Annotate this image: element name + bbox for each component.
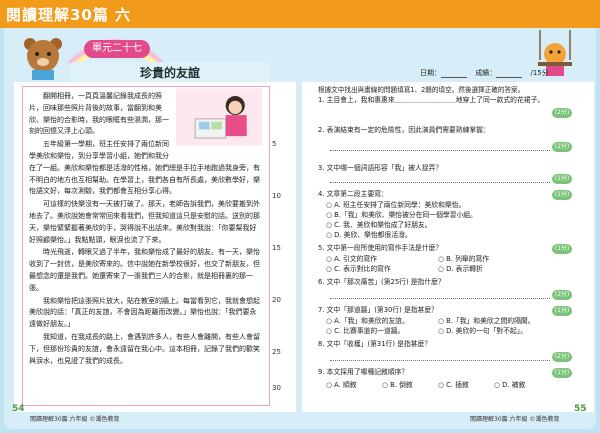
question-5: 5. 文中第一段所使用的寫作手法是什麼？: [318, 244, 443, 252]
score-badge: (1分): [552, 244, 572, 254]
line-number: 15: [272, 244, 281, 252]
option[interactable]: ○ A.「我」和美欣的友誼。: [326, 316, 438, 326]
footer-left: 閱讀理解30篇 六年級 ©潮色教育: [30, 416, 120, 423]
question-9-options: ○ A. 順敘 ○ B. 倒敘 ○ C. 插敘 ○ D. 補敘: [326, 380, 562, 390]
unit-badge: 單元二十七: [84, 40, 150, 58]
meta-row: 日期： 成績： /15分: [420, 68, 549, 78]
option[interactable]: ○ D. 補敘: [494, 380, 550, 390]
question-2: 2. 表演結束有一定的危險性，因此演員們需要熟練掌握：: [318, 126, 490, 134]
bear-icon: [24, 38, 62, 80]
option[interactable]: ○ C. 我、美欣和樂怡成了好朋友。: [326, 220, 562, 230]
option[interactable]: ○ A. 引文的寫作: [326, 254, 438, 264]
option[interactable]: ○ D. 美欣、樂怡都很活潑。: [326, 230, 562, 240]
passage-paragraph: 我知道，在我成長的路上，會遇到許多人，有些人會離開，有些人會留下，但那份珍貴的友…: [29, 332, 260, 365]
option[interactable]: ○ B.「我」和美欣之間的隔閡。: [438, 316, 550, 326]
score-badge: (1分): [552, 306, 572, 316]
option[interactable]: ○ A. 班主任安排了兩位新同學：美欣和樂怡。: [326, 200, 562, 210]
option[interactable]: ○ C. 表示對比的寫作: [326, 264, 438, 274]
question-9: 9. 本文採用了哪種記敘順序？: [318, 368, 409, 376]
answer-line[interactable]: [330, 360, 550, 361]
question-7: 7. 文中「那道牆」(第30行) 是指甚麼？: [318, 306, 438, 314]
option[interactable]: ○ B. 列舉的寫作: [438, 254, 550, 264]
total-label: /15分: [530, 69, 549, 77]
passage-paragraph: 時光飛逝，轉眼又過了半年，我和樂怡成了最好的朋友。有一天，樂怡收到了一封信，是美…: [29, 248, 260, 292]
instructions: 根據文中找出與畫線的問題填寫1、2題的填空。然後選擇正確的答案。: [318, 86, 525, 94]
page-number-right: 55: [574, 404, 587, 414]
score-field[interactable]: [496, 77, 523, 78]
answer-line[interactable]: [330, 150, 550, 151]
line-number: 10: [272, 192, 281, 200]
footer-right: 閱讀理解30篇 六年級 ©潮色教育: [470, 416, 560, 423]
passage-paragraph: 我和樂怡把這張照片放大，貼在教室的牆上。每當看到它，我就會想起美欣說的話：「真正…: [29, 296, 260, 329]
line-number: 5: [272, 140, 277, 148]
option[interactable]: ○ C. 插敘: [438, 380, 494, 390]
question-4-options: ○ A. 班主任安排了兩位新同學：美欣和樂怡。 ○ B.「我」和美欣、樂怡被分在…: [326, 200, 562, 240]
girl-with-photo-album-illustration: [176, 88, 262, 146]
line-number: 30: [272, 384, 281, 392]
option[interactable]: ○ A. 順敘: [326, 380, 382, 390]
answer-line[interactable]: [330, 182, 550, 183]
page-number-left: 54: [12, 404, 25, 414]
question-8: 8. 文中「收穫」(第31行) 是指甚麼？: [318, 340, 432, 348]
option[interactable]: ○ B.「我」和美欣、樂怡被分在同一個學習小組。: [326, 210, 562, 220]
question-6: 6. 文中「那次痛苦」(第25行) 是指什麼？: [318, 278, 445, 286]
score-label: 成績：: [475, 69, 497, 77]
line-number: 20: [272, 296, 281, 304]
book-title: 閱讀理解30篇 六: [6, 6, 132, 24]
date-field[interactable]: [441, 77, 467, 78]
question-3: 3. 文中哪一個詞語形容「我」被人捉弄？: [318, 164, 443, 172]
score-badge: (2分): [552, 352, 572, 362]
question-4: 4. 文章第二段主要寫：: [318, 190, 388, 198]
score-badge: (1分): [552, 174, 572, 184]
option[interactable]: ○ C. 比賽事道的一道牆。: [326, 326, 438, 336]
date-label: 日期：: [420, 69, 441, 77]
option[interactable]: ○ D. 表示轉折: [438, 264, 550, 274]
question-1: 1. 主目會上，我和惠惠來＿＿＿＿＿＿＿＿＿地穿上了同一款式的花裙子。: [318, 96, 545, 104]
line-number: 25: [272, 348, 281, 356]
option[interactable]: ○ B. 倒敘: [382, 380, 438, 390]
option[interactable]: ○ D. 美欣的一句「對不起」。: [438, 326, 550, 336]
lesson-title: 珍貴的友誼: [70, 62, 270, 84]
score-badge: (2分): [552, 142, 572, 152]
score-badge: (1分): [552, 190, 572, 200]
answer-line[interactable]: [330, 298, 550, 299]
top-banner: 閱讀理解30篇 六: [0, 0, 600, 28]
passage-paragraph: 可這樣的快樂沒有一天被打破了。那天，老師告訴我們，美欣要搬到外地去了。美欣說她會…: [29, 200, 260, 244]
question-5-options: ○ A. 引文的寫作 ○ B. 列舉的寫作 ○ C. 表示對比的寫作 ○ D. 表示…: [326, 254, 562, 274]
score-badge: (2分): [552, 108, 572, 118]
score-badge: (1分): [552, 368, 572, 378]
question-7-options: ○ A.「我」和美欣的友誼。 ○ B.「我」和美欣之間的隔閡。 ○ C. 比賽事道…: [326, 316, 562, 336]
score-badge: (2分): [552, 290, 572, 300]
